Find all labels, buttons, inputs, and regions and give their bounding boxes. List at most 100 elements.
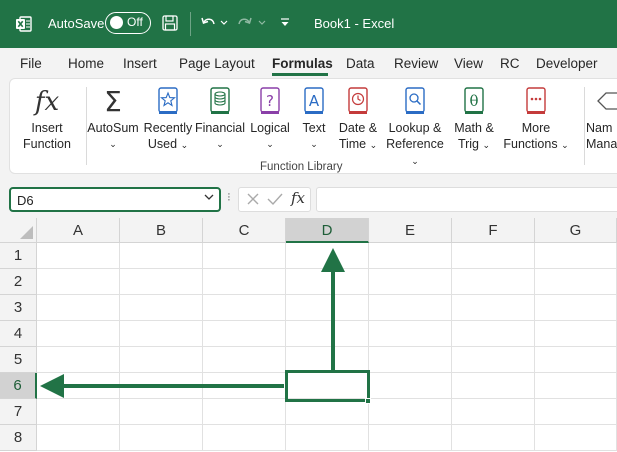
cell-b5[interactable] bbox=[120, 347, 203, 373]
cell-a5[interactable] bbox=[37, 347, 120, 373]
cell-e3[interactable] bbox=[369, 295, 452, 321]
formula-input[interactable] bbox=[316, 187, 617, 212]
cell-b7[interactable] bbox=[120, 399, 203, 425]
name-box[interactable]: D6 bbox=[9, 187, 221, 212]
cell-g6[interactable] bbox=[535, 373, 617, 399]
cell-g4[interactable] bbox=[535, 321, 617, 347]
tab-home[interactable]: Home bbox=[68, 56, 104, 71]
active-cell-d6[interactable] bbox=[285, 370, 370, 402]
cell-a4[interactable] bbox=[37, 321, 120, 347]
row-header-2[interactable]: 2 bbox=[0, 269, 37, 295]
cell-c3[interactable] bbox=[203, 295, 286, 321]
cell-b8[interactable] bbox=[120, 425, 203, 451]
tab-review[interactable]: Review bbox=[394, 56, 438, 71]
column-header-f[interactable]: F bbox=[452, 218, 535, 243]
cell-b6[interactable] bbox=[120, 373, 203, 399]
cell-g1[interactable] bbox=[535, 243, 617, 269]
cell-f6[interactable] bbox=[452, 373, 535, 399]
cell-e8[interactable] bbox=[369, 425, 452, 451]
cell-c6[interactable] bbox=[203, 373, 286, 399]
row-header-8[interactable]: 8 bbox=[0, 425, 37, 451]
select-all-button[interactable] bbox=[0, 218, 37, 243]
cell-b1[interactable] bbox=[120, 243, 203, 269]
date-time-button[interactable]: Date & Time ⌄ bbox=[334, 87, 382, 153]
tab-developer[interactable]: Developer bbox=[536, 56, 598, 71]
more-functions-button[interactable]: More Functions ⌄ bbox=[502, 87, 570, 153]
redo-icon[interactable] bbox=[235, 13, 255, 33]
financial-button[interactable]: Financial ⌄ bbox=[195, 87, 245, 152]
tab-page-layout[interactable]: Page Layout bbox=[179, 56, 255, 71]
cell-f4[interactable] bbox=[452, 321, 535, 347]
row-header-4[interactable]: 4 bbox=[0, 321, 37, 347]
cell-c8[interactable] bbox=[203, 425, 286, 451]
cell-f7[interactable] bbox=[452, 399, 535, 425]
undo-icon[interactable] bbox=[198, 13, 218, 33]
text-button[interactable]: A Text ⌄ bbox=[296, 87, 332, 152]
row-header-6[interactable]: 6 bbox=[0, 373, 37, 399]
cell-a1[interactable] bbox=[37, 243, 120, 269]
column-header-c[interactable]: C bbox=[203, 218, 286, 243]
cell-c4[interactable] bbox=[203, 321, 286, 347]
cell-g8[interactable] bbox=[535, 425, 617, 451]
cell-g7[interactable] bbox=[535, 399, 617, 425]
name-manager-button[interactable]: Nam Mana bbox=[584, 87, 617, 152]
cell-f3[interactable] bbox=[452, 295, 535, 321]
cell-c5[interactable] bbox=[203, 347, 286, 373]
cell-b4[interactable] bbox=[120, 321, 203, 347]
cell-d2[interactable] bbox=[286, 269, 369, 295]
tab-insert[interactable]: Insert bbox=[123, 56, 157, 71]
column-header-d[interactable]: D bbox=[286, 218, 369, 243]
cell-a8[interactable] bbox=[37, 425, 120, 451]
cell-a7[interactable] bbox=[37, 399, 120, 425]
insert-function-icon[interactable]: fx bbox=[291, 189, 305, 207]
autosum-button[interactable]: Σ AutoSum ⌄ bbox=[86, 87, 140, 152]
cell-c2[interactable] bbox=[203, 269, 286, 295]
cell-e7[interactable] bbox=[369, 399, 452, 425]
cell-c7[interactable] bbox=[203, 399, 286, 425]
column-header-b[interactable]: B bbox=[120, 218, 203, 243]
math-trig-button[interactable]: θ Math & Trig ⌄ bbox=[448, 87, 500, 153]
fill-handle[interactable] bbox=[365, 398, 371, 404]
cell-d1[interactable] bbox=[286, 243, 369, 269]
row-header-1[interactable]: 1 bbox=[0, 243, 37, 269]
cancel-icon[interactable] bbox=[245, 191, 261, 207]
tab-data[interactable]: Data bbox=[346, 56, 375, 71]
cell-e5[interactable] bbox=[369, 347, 452, 373]
row-header-7[interactable]: 7 bbox=[0, 399, 37, 425]
tab-view[interactable]: View bbox=[454, 56, 483, 71]
cell-b3[interactable] bbox=[120, 295, 203, 321]
cell-d3[interactable] bbox=[286, 295, 369, 321]
chevron-down-icon[interactable] bbox=[257, 15, 267, 31]
chevron-down-icon[interactable] bbox=[204, 193, 214, 204]
resize-handle-icon[interactable]: ⁝ bbox=[227, 190, 231, 204]
save-icon[interactable] bbox=[160, 13, 180, 33]
insert-function-button[interactable]: fx Insert Function bbox=[18, 87, 76, 152]
lookup-reference-button[interactable]: Lookup & Reference ⌄ bbox=[384, 87, 446, 169]
cell-f5[interactable] bbox=[452, 347, 535, 373]
logical-button[interactable]: ? Logical ⌄ bbox=[247, 87, 293, 152]
cell-a2[interactable] bbox=[37, 269, 120, 295]
cell-g2[interactable] bbox=[535, 269, 617, 295]
cell-a3[interactable] bbox=[37, 295, 120, 321]
cell-f1[interactable] bbox=[452, 243, 535, 269]
row-header-5[interactable]: 5 bbox=[0, 347, 37, 373]
recently-used-button[interactable]: Recently Used ⌄ bbox=[142, 87, 194, 153]
chevron-down-icon[interactable] bbox=[219, 15, 229, 31]
cell-f2[interactable] bbox=[452, 269, 535, 295]
cell-d8[interactable] bbox=[286, 425, 369, 451]
column-header-a[interactable]: A bbox=[37, 218, 120, 243]
customize-toolbar-icon[interactable] bbox=[279, 15, 291, 31]
column-header-g[interactable]: G bbox=[535, 218, 617, 243]
row-header-3[interactable]: 3 bbox=[0, 295, 37, 321]
cell-f8[interactable] bbox=[452, 425, 535, 451]
tab-file[interactable]: File bbox=[20, 56, 42, 71]
autosave-toggle[interactable]: Off bbox=[105, 12, 151, 34]
cell-e6[interactable] bbox=[369, 373, 452, 399]
check-icon[interactable] bbox=[266, 191, 284, 207]
tab-rc[interactable]: RC bbox=[500, 56, 520, 71]
column-header-e[interactable]: E bbox=[369, 218, 452, 243]
cell-e4[interactable] bbox=[369, 321, 452, 347]
cell-d4[interactable] bbox=[286, 321, 369, 347]
cell-e2[interactable] bbox=[369, 269, 452, 295]
cell-g3[interactable] bbox=[535, 295, 617, 321]
